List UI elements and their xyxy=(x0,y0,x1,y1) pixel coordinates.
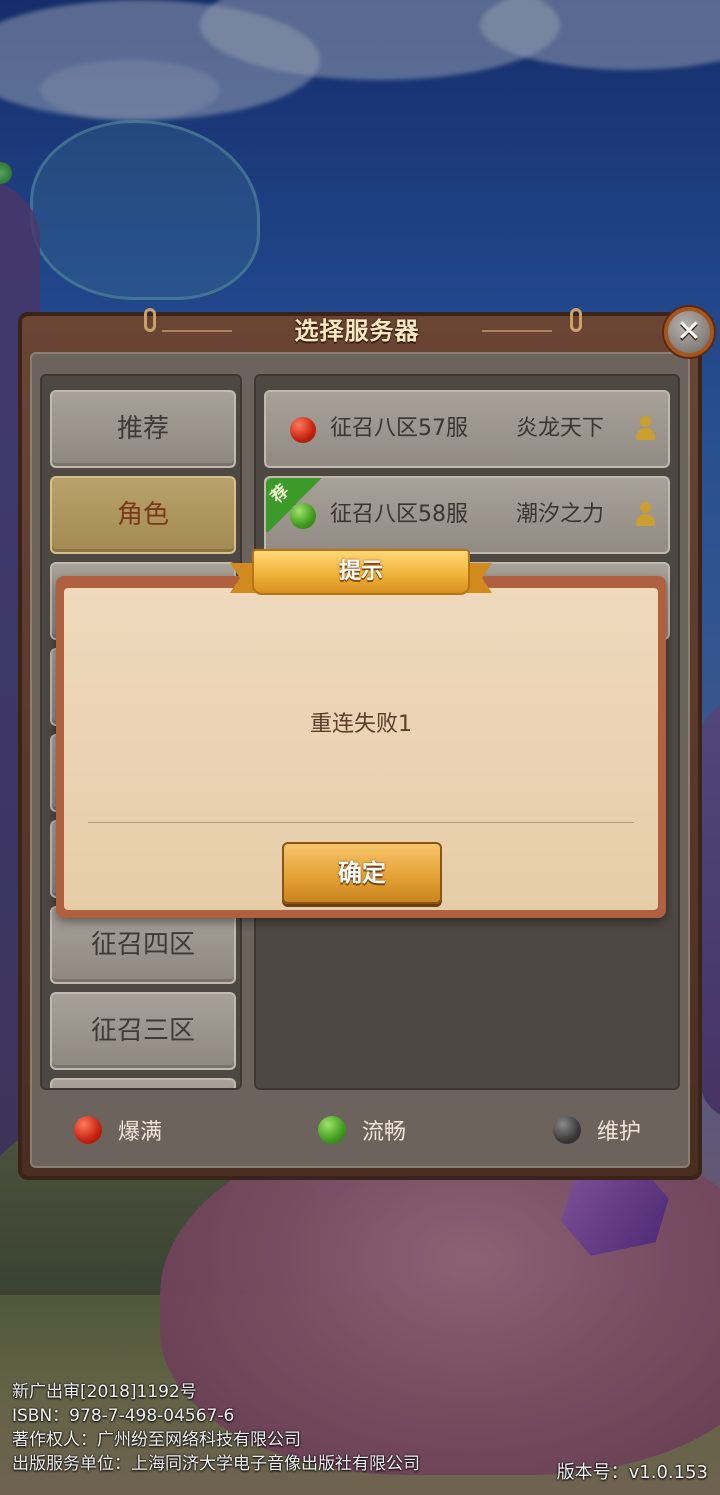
dialog-title-ribbon: 提示 xyxy=(230,549,492,601)
close-button[interactable]: ✕ xyxy=(664,307,714,357)
publication-info: 新广出审[2018]1192号 ISBN：978-7-498-04567-6 著… xyxy=(12,1380,420,1476)
panel-title: 选择服务器 xyxy=(294,317,420,345)
version-label: 版本号：v1.0.153 xyxy=(556,1462,708,1483)
legend-label: 维护 xyxy=(597,1120,642,1145)
server-row[interactable]: 荐 征召八区58服 潮汐之力 xyxy=(264,476,670,554)
legend-label: 流畅 xyxy=(362,1120,407,1145)
role-name: 炎龙天下 xyxy=(516,416,605,441)
dialog-message: 重连失败1 xyxy=(310,712,412,737)
legend-smooth: 流畅 xyxy=(318,1110,406,1150)
status-smooth-icon xyxy=(318,1116,346,1144)
dialog-body: 重连失败1 确定 xyxy=(64,588,658,910)
status-full-icon xyxy=(290,417,316,443)
close-icon: ✕ xyxy=(676,314,702,349)
confirm-button[interactable]: 确定 xyxy=(282,842,442,904)
publisher: 出版服务单位：上海同济大学电子音像出版社有限公司 xyxy=(12,1454,420,1474)
hook-icon xyxy=(570,308,582,332)
panel-title-plate: 选择服务器 xyxy=(162,316,552,346)
approval-number: 新广出审[2018]1192号 xyxy=(12,1382,197,1402)
sidebar-item-zone-3[interactable]: 征召三区 xyxy=(50,992,236,1070)
status-full-icon xyxy=(74,1116,102,1144)
role-name: 潮汐之力 xyxy=(516,502,605,527)
person-icon xyxy=(634,502,656,528)
server-name: 征召八区57服 xyxy=(330,416,468,441)
sidebar-item-partial[interactable] xyxy=(50,1078,236,1088)
status-maintenance-icon xyxy=(553,1116,581,1144)
hook-icon xyxy=(144,308,156,332)
person-icon xyxy=(634,416,656,442)
alert-dialog: 重连失败1 确定 xyxy=(56,576,666,918)
legend-label: 爆满 xyxy=(118,1120,163,1145)
legend-maintenance: 维护 xyxy=(553,1110,641,1150)
sidebar-item-recommended[interactable]: 推荐 xyxy=(50,390,236,468)
sidebar-item-role[interactable]: 角色 xyxy=(50,476,236,554)
server-row[interactable]: 征召八区57服 炎龙天下 xyxy=(264,390,670,468)
legend-full: 爆满 xyxy=(74,1110,162,1150)
divider xyxy=(88,822,634,823)
isbn: ISBN：978-7-498-04567-6 xyxy=(12,1406,235,1426)
status-smooth-icon xyxy=(290,503,316,529)
dialog-title: 提示 xyxy=(338,559,383,584)
server-name: 征召八区58服 xyxy=(330,502,468,527)
copyright-holder: 著作权人：广州纷至网络科技有限公司 xyxy=(12,1430,301,1450)
